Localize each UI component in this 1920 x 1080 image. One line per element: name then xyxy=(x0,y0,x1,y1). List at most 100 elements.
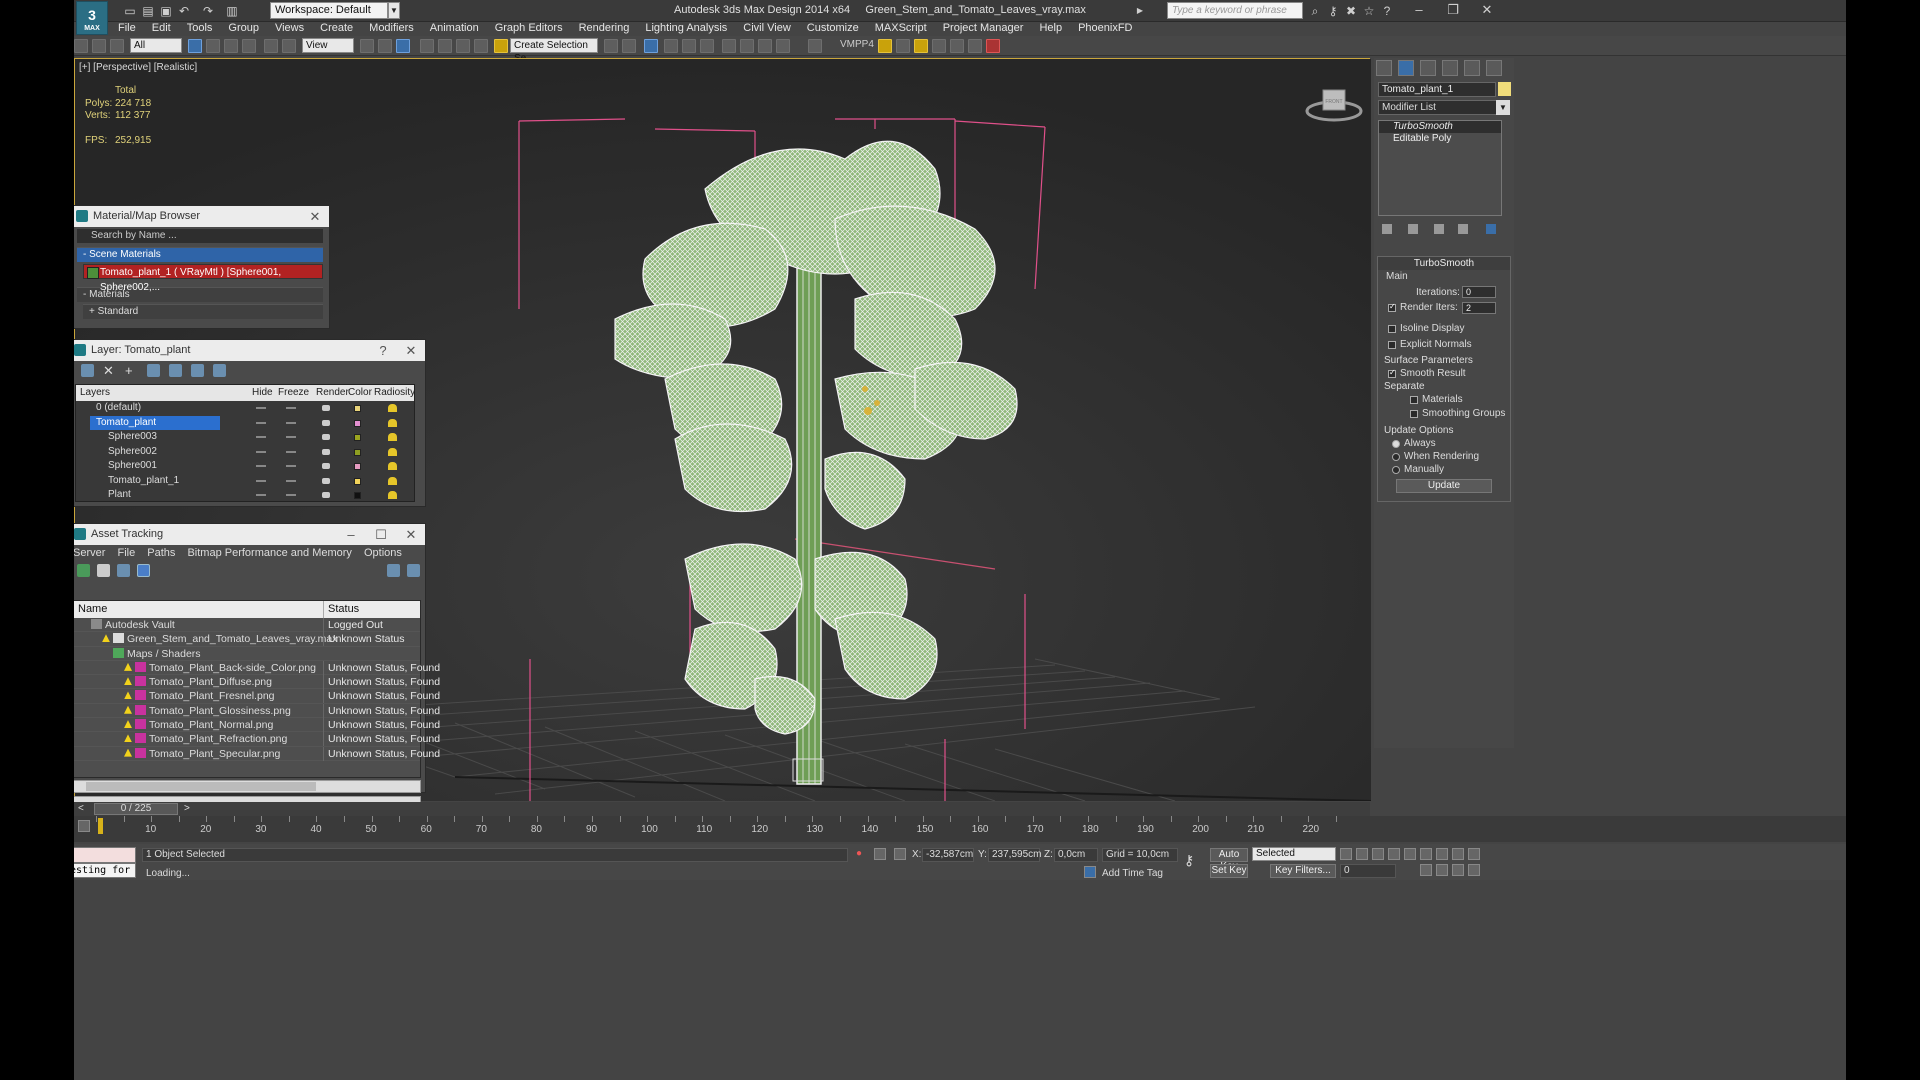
radiosity-icon[interactable] xyxy=(388,447,397,456)
menu-graph-editors[interactable]: Graph Editors xyxy=(487,20,571,36)
modify-tab-icon[interactable] xyxy=(1398,60,1414,76)
track-bar[interactable]: 10 20 30 40 50 60 70 80 90 100 110 120 130 140 150 160 1… xyxy=(74,816,1846,842)
reference-coordinate-dropdown[interactable]: View xyxy=(302,38,354,53)
highlight-layer-icon[interactable] xyxy=(169,364,182,377)
z-coordinate-field[interactable]: 0,0cm xyxy=(1054,848,1098,862)
menu-civil-view[interactable]: Civil View xyxy=(735,20,798,36)
separate-materials-checkbox[interactable] xyxy=(1410,396,1418,404)
help-icon[interactable]: ? xyxy=(1379,3,1395,19)
material-browser-titlebar[interactable]: Material/Map Browser ✕ xyxy=(74,206,329,227)
menu-lighting-analysis[interactable]: Lighting Analysis xyxy=(637,20,735,36)
hide-toggle[interactable] xyxy=(256,479,266,482)
save-file-icon[interactable]: ▣ xyxy=(158,3,174,19)
render-cancel-icon[interactable] xyxy=(986,39,1000,53)
menu-file[interactable]: File xyxy=(117,547,135,559)
edit-named-selection-icon[interactable] xyxy=(494,39,508,53)
col-render[interactable]: Render xyxy=(316,385,349,401)
delete-layer-icon[interactable]: ✕ xyxy=(103,364,116,377)
object-color-swatch[interactable] xyxy=(1498,82,1511,96)
menu-maxscript[interactable]: MAXScript xyxy=(867,20,935,36)
asset-name-cell[interactable]: Tomato_Plant_Normal.png xyxy=(124,718,273,732)
window-crossing-icon[interactable] xyxy=(242,39,256,53)
asset-name-cell[interactable]: Maps / Shaders xyxy=(113,647,201,661)
asset-row[interactable]: Tomato_Plant_Normal.png Unknown Status, F… xyxy=(74,718,440,733)
render-region-icon[interactable] xyxy=(968,39,982,53)
select-object-icon[interactable] xyxy=(188,39,202,53)
col-freeze[interactable]: Freeze xyxy=(278,385,309,401)
col-radiosity[interactable]: Radiosity xyxy=(374,385,415,401)
asset-row[interactable]: Tomato_Plant_Fresnel.png Unknown Status, … xyxy=(74,689,440,704)
menu-options[interactable]: Options xyxy=(364,547,402,559)
radiosity-icon[interactable] xyxy=(388,476,397,485)
asset-name-cell[interactable]: Tomato_Plant_Specular.png xyxy=(124,747,280,761)
radiosity-icon[interactable] xyxy=(388,462,397,470)
viewcube[interactable]: FRONT xyxy=(1305,87,1363,123)
curve-editor-icon[interactable] xyxy=(682,39,696,53)
layer-color-swatch[interactable] xyxy=(354,448,361,456)
menu-edit[interactable]: Edit xyxy=(144,20,179,36)
update-always-radio[interactable] xyxy=(1392,440,1400,448)
update-when-rendering-radio[interactable] xyxy=(1392,453,1400,461)
next-frame-icon[interactable] xyxy=(1388,848,1400,860)
time-slider-prev-icon[interactable]: < xyxy=(78,803,84,814)
render-setup-icon[interactable] xyxy=(740,39,754,53)
viewport-label[interactable]: [+] [Perspective] [Realistic] xyxy=(79,62,197,73)
layer-row[interactable]: Sphere003 xyxy=(76,430,414,445)
play-icon[interactable] xyxy=(1372,848,1384,860)
layer-color-swatch[interactable] xyxy=(354,463,361,470)
freeze-toggle[interactable] xyxy=(286,421,296,424)
col-hide[interactable]: Hide xyxy=(252,385,273,401)
render-teapot-icon[interactable] xyxy=(322,405,330,411)
asset-row[interactable]: Tomato_Plant_Specular.png Unknown Status,… xyxy=(74,746,440,761)
select-move-icon[interactable] xyxy=(264,39,278,53)
angle-snap-icon[interactable] xyxy=(438,39,452,53)
asset-row[interactable]: Tomato_Plant_Refraction.png Unknown Statu… xyxy=(74,732,440,747)
motion-tab-icon[interactable] xyxy=(1442,60,1458,76)
table-view-icon[interactable] xyxy=(137,564,150,577)
isoline-display-checkbox[interactable] xyxy=(1388,325,1396,333)
menu-modifiers[interactable]: Modifiers xyxy=(361,20,422,36)
hide-toggle[interactable] xyxy=(256,436,266,438)
selection-filter-dropdown[interactable]: All xyxy=(130,38,182,53)
project-folder-icon[interactable]: ▥ xyxy=(224,3,240,19)
layer-row[interactable]: Tomato_plant_1 xyxy=(76,474,414,489)
layer-row[interactable]: Sphere002 xyxy=(76,445,414,460)
infocenter-search-input[interactable]: Type a keyword or phrase xyxy=(1167,2,1303,19)
time-config-icon[interactable] xyxy=(1420,864,1432,876)
create-layer-icon[interactable] xyxy=(81,364,94,377)
layer-name[interactable]: Sphere002 xyxy=(102,445,232,459)
hide-toggle[interactable] xyxy=(256,421,266,424)
freeze-toggle[interactable] xyxy=(286,407,296,409)
maxscript-mini-input[interactable]: Testing for , xyxy=(74,863,136,878)
snaps-toggle-icon[interactable] xyxy=(420,39,434,53)
binoculars-icon[interactable]: ⌕ xyxy=(1307,3,1323,19)
layer-name[interactable]: Tomato_plant xyxy=(90,415,220,430)
unlink-icon[interactable] xyxy=(92,39,106,53)
make-unique-icon[interactable] xyxy=(1434,224,1444,234)
graphite-ribbon-icon[interactable] xyxy=(664,39,678,53)
standard-group[interactable]: + Standard xyxy=(83,304,323,319)
chevron-down-icon[interactable]: ▼ xyxy=(1496,100,1510,115)
configure-modifier-sets-icon[interactable] xyxy=(1486,224,1496,234)
layer-color-swatch[interactable] xyxy=(354,492,361,499)
time-slider[interactable]: < 0 / 225 > xyxy=(74,802,1370,816)
layer-color-swatch[interactable] xyxy=(354,405,361,412)
grid-toggle-icon[interactable] xyxy=(932,39,946,53)
render-teapot-icon[interactable] xyxy=(322,448,330,455)
vray-frame-buffer-icon[interactable] xyxy=(896,39,910,53)
layer-row[interactable]: Tomato_plant xyxy=(76,415,414,431)
restore-button[interactable]: ❐ xyxy=(1436,0,1470,20)
menu-animation[interactable]: Animation xyxy=(422,20,487,36)
align-icon[interactable] xyxy=(622,39,636,53)
menu-tools[interactable]: Tools xyxy=(179,20,221,36)
mirror-icon[interactable] xyxy=(604,39,618,53)
radiosity-icon[interactable] xyxy=(388,433,397,441)
render-teapot-icon[interactable] xyxy=(322,477,330,484)
scrollbar-thumb[interactable] xyxy=(86,782,316,791)
add-time-tag[interactable]: Add Time Tag xyxy=(1102,868,1163,879)
render-iters-checkbox[interactable] xyxy=(1388,302,1396,312)
previous-frame-icon[interactable] xyxy=(1356,848,1368,860)
select-objects-in-layer-icon[interactable] xyxy=(147,364,160,377)
layer-name[interactable]: Plant xyxy=(102,488,232,502)
spinner-snap-icon[interactable] xyxy=(474,39,488,53)
